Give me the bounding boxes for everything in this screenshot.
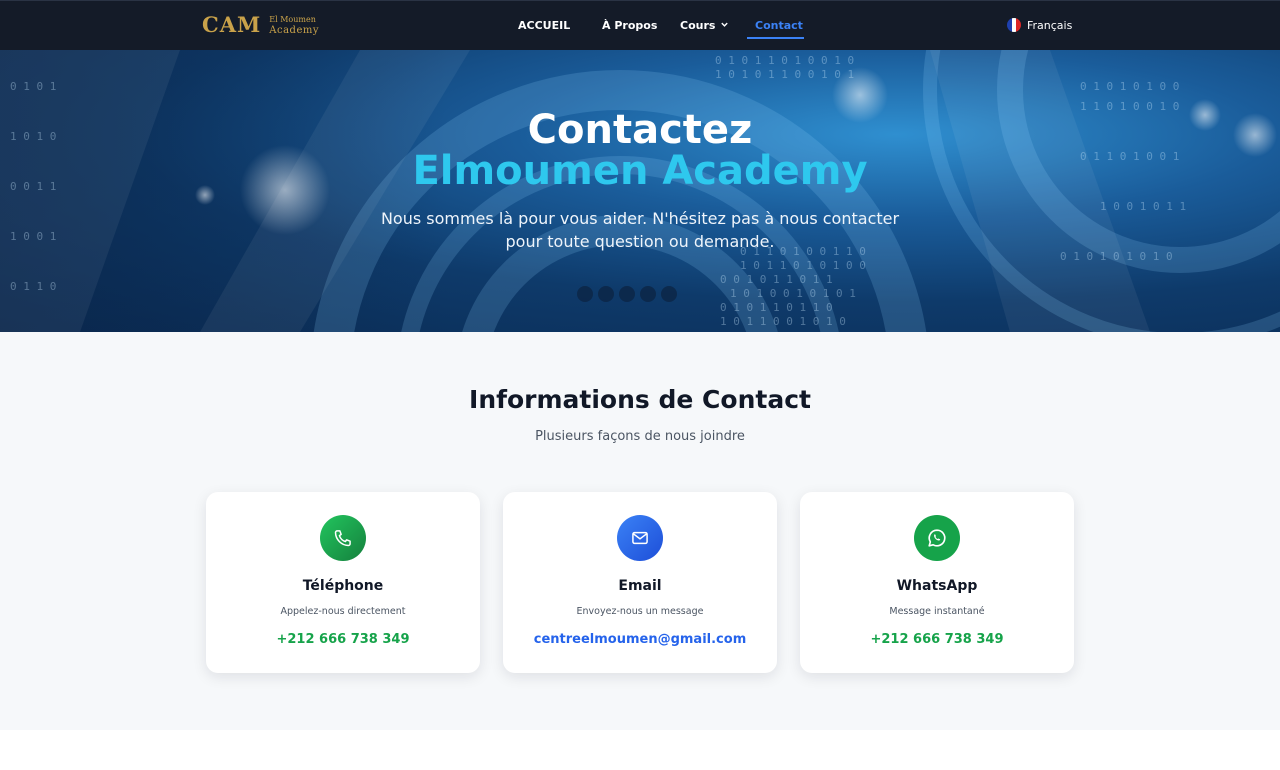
france-flag-icon bbox=[1007, 18, 1021, 32]
card-title: Téléphone bbox=[302, 578, 384, 594]
nav-item-contact[interactable]: Contact bbox=[755, 19, 803, 32]
phone-icon bbox=[320, 515, 366, 561]
svg-text:1 0 1 1 0 0 1 0 1 0: 1 0 1 1 0 0 1 0 1 0 bbox=[720, 315, 846, 328]
section-title: Informations de Contact bbox=[469, 385, 811, 414]
svg-text:0 1 0 1 0 1 0 1 0: 0 1 0 1 0 1 0 1 0 bbox=[1060, 250, 1173, 263]
language-label: Français bbox=[1027, 18, 1073, 32]
hero-subtitle-line-1: Nous sommes là pour vous aider. N'hésite… bbox=[380, 209, 900, 228]
logo-line-2: Academy bbox=[269, 25, 320, 36]
svg-text:0 1 1 0: 0 1 1 0 bbox=[10, 280, 56, 293]
nav-item-a-propos[interactable]: À Propos bbox=[602, 19, 657, 32]
card-description: Appelez-nous directement bbox=[280, 606, 406, 617]
svg-text:1 0 0 1 0 1 1: 1 0 0 1 0 1 1 bbox=[1100, 200, 1186, 213]
email-card[interactable]: Email Envoyez-nous un message centreelmo… bbox=[503, 492, 777, 673]
hero-title: Contactez bbox=[527, 107, 753, 153]
chevron-down-icon bbox=[720, 20, 729, 32]
card-description: Envoyez-nous un message bbox=[576, 606, 704, 617]
card-description: Message instantané bbox=[889, 606, 985, 617]
logo[interactable]: CAM El Moumen Academy bbox=[202, 13, 319, 37]
active-nav-indicator bbox=[747, 37, 804, 39]
svg-text:0 1 0 1 1 0 1 1 0: 0 1 0 1 1 0 1 1 0 bbox=[720, 301, 833, 314]
hero-subtitle: Nous sommes là pour vous aider. N'hésite… bbox=[340, 207, 940, 253]
contact-info-section: Informations de Contact Plusieurs façons… bbox=[0, 332, 1280, 730]
language-selector[interactable]: Français bbox=[1007, 18, 1072, 32]
phone-card[interactable]: Téléphone Appelez-nous directement +212 … bbox=[206, 492, 480, 673]
card-title: WhatsApp bbox=[896, 578, 978, 594]
navbar: CAM El Moumen Academy ACCUEIL À Propos C… bbox=[0, 0, 1280, 50]
hero-title-highlight: Elmoumen Academy bbox=[412, 148, 868, 194]
logo-text: El Moumen Academy bbox=[269, 14, 319, 36]
whatsapp-icon bbox=[914, 515, 960, 561]
svg-text:0 1 0 1: 0 1 0 1 bbox=[10, 80, 56, 93]
hero-subtitle-line-2: pour toute question ou demande. bbox=[505, 232, 775, 251]
svg-text:0 1 0 1 1 0 1 0 0 1 0: 0 1 0 1 1 0 1 0 0 1 0 bbox=[715, 54, 854, 67]
hero-banner: 0 1 0 1 1 0 1 0 0 1 0 1 0 1 0 1 1 0 0 1 … bbox=[0, 50, 1280, 332]
svg-text:0 1 0 1 0 1 0 0: 0 1 0 1 0 1 0 0 bbox=[1080, 80, 1179, 93]
svg-text:1 0 1 0 1 1 0 0 1 0 1: 1 0 1 0 1 1 0 0 1 0 1 bbox=[715, 68, 854, 81]
whatsapp-card[interactable]: WhatsApp Message instantané +212 666 738… bbox=[800, 492, 1074, 673]
phone-number-link[interactable]: +212 666 738 349 bbox=[206, 632, 480, 647]
svg-text:0 0 1 0 1 1 0 1 1: 0 0 1 0 1 1 0 1 1 bbox=[720, 273, 833, 286]
svg-text:1 0 1 1 0 1 0 1 0 0: 1 0 1 1 0 1 0 1 0 0 bbox=[740, 259, 866, 272]
nav-item-accueil[interactable]: ACCUEIL bbox=[518, 19, 570, 32]
card-title: Email bbox=[618, 578, 662, 594]
nav-item-cours-label: Cours bbox=[680, 19, 716, 32]
section-subtitle: Plusieurs façons de nous joindre bbox=[535, 429, 745, 444]
nav-item-cours[interactable]: Cours bbox=[680, 19, 729, 32]
logo-line-1: El Moumen bbox=[269, 15, 316, 24]
mail-icon bbox=[617, 515, 663, 561]
svg-text:1 0 1 0 0 1 0 1 0 1: 1 0 1 0 0 1 0 1 0 1 bbox=[730, 287, 856, 300]
whatsapp-number-link[interactable]: +212 666 738 349 bbox=[800, 632, 1074, 647]
logo-mark: CAM bbox=[202, 12, 262, 37]
svg-text:1 0 0 1: 1 0 0 1 bbox=[10, 230, 56, 243]
email-link[interactable]: centreelmoumen@gmail.com bbox=[503, 632, 777, 647]
